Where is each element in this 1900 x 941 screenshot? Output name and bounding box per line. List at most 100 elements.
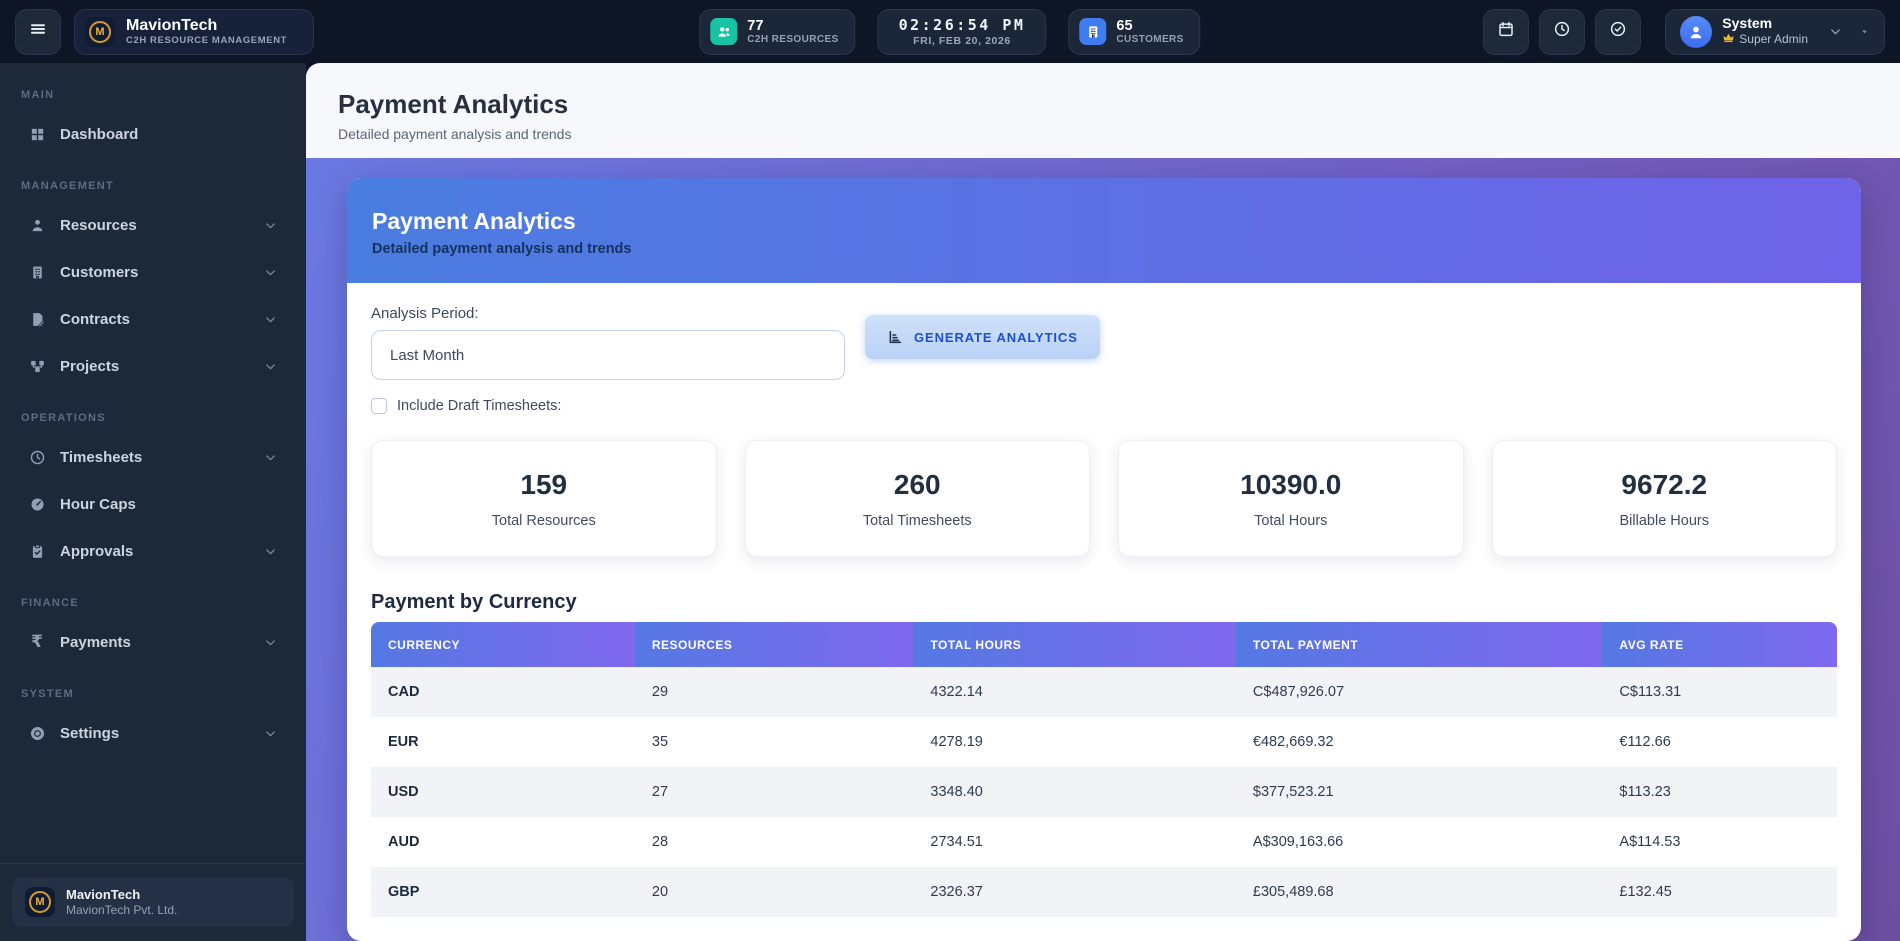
company-card[interactable]: M MavionTech MavionTech Pvt. Ltd. — [12, 877, 294, 927]
rupee-icon: ₹ — [27, 634, 47, 651]
clock-chip: 02:26:54 PM FRI, FEB 20, 2026 — [878, 9, 1047, 55]
sidebar-item-customers[interactable]: Customers — [0, 249, 306, 296]
table-cell: 35 — [635, 717, 914, 767]
table-row-gbp: GBP202326.37£305,489.68£132.45 — [371, 867, 1837, 917]
topbar-stats: 77 C2H RESOURCES 02:26:54 PM FRI, FEB 20… — [699, 9, 1200, 55]
calendar-icon — [1497, 20, 1515, 43]
sidebar-item-hour-caps[interactable]: Hour Caps — [0, 481, 306, 528]
currency-code-cell: USD — [371, 767, 635, 817]
table-cell: £305,489.68 — [1236, 867, 1603, 917]
analytics-card-body: Analysis Period: Last Month GENERATE ANA… — [347, 283, 1861, 941]
clock-icon — [1553, 20, 1571, 43]
sidebar-item-approvals[interactable]: Approvals — [0, 528, 306, 575]
projects-icon — [27, 358, 47, 375]
sidebar-item-label: Projects — [60, 358, 263, 375]
nav-section: SYSTEMSettings — [0, 680, 306, 757]
sidebar-item-timesheets[interactable]: Timesheets — [0, 434, 306, 481]
people-icon — [710, 18, 737, 45]
table-cell: 4278.19 — [913, 717, 1236, 767]
hamburger-menu-button[interactable] — [15, 9, 61, 55]
calendar-button[interactable] — [1483, 9, 1529, 55]
user-avatar-icon — [1680, 16, 1712, 48]
sidebar-nav: MAINDashboardMANAGEMENTResourcesCustomer… — [0, 81, 306, 863]
chart-icon — [887, 329, 903, 345]
gauge-icon — [27, 496, 47, 513]
sidebar-item-resources[interactable]: Resources — [0, 202, 306, 249]
brand-logo-chip[interactable]: M MavionTech C2H RESOURCE MANAGEMENT — [74, 9, 314, 55]
user-menu[interactable]: System Super Admin — [1665, 9, 1885, 55]
check-button[interactable] — [1595, 9, 1641, 55]
building-icon — [1079, 18, 1106, 45]
stat-label: Billable Hours — [1620, 513, 1709, 529]
stat-label: Total Timesheets — [863, 513, 972, 529]
chevron-down-icon — [263, 218, 278, 233]
include-draft-label: Include Draft Timesheets: — [397, 398, 561, 414]
sidebar-item-label: Hour Caps — [60, 496, 278, 513]
sidebar: MAINDashboardMANAGEMENTResourcesCustomer… — [0, 63, 306, 941]
sidebar-item-contracts[interactable]: Contracts — [0, 296, 306, 343]
summary-stat-card: 9672.2Billable Hours — [1492, 440, 1838, 557]
building-icon — [27, 264, 47, 281]
table-cell: €482,669.32 — [1236, 717, 1603, 767]
table-cell: 3348.40 — [913, 767, 1236, 817]
company-fullname: MavionTech Pvt. Ltd. — [66, 903, 177, 917]
table-row-cad: CAD294322.14C$487,926.07C$113.31 — [371, 667, 1837, 717]
current-date: FRI, FEB 20, 2026 — [899, 35, 1026, 47]
table-cell: $113.23 — [1602, 767, 1837, 817]
company-name: MavionTech — [66, 887, 177, 903]
payment-by-currency-table: CURRENCYRESOURCESTOTAL HOURSTOTAL PAYMEN… — [371, 622, 1837, 917]
table-row-eur: EUR354278.19€482,669.32€112.66 — [371, 717, 1837, 767]
chevron-down-icon — [263, 450, 278, 465]
current-time: 02:26:54 PM — [899, 16, 1026, 34]
sidebar-item-payments[interactable]: ₹Payments — [0, 619, 306, 666]
sidebar-item-label: Approvals — [60, 543, 263, 560]
company-logo: M — [25, 887, 55, 917]
summary-stat-card: 159Total Resources — [371, 440, 717, 557]
summary-stat-card: 260Total Timesheets — [745, 440, 1091, 557]
table-title: Payment by Currency — [371, 591, 1837, 614]
table-cell: 29 — [635, 667, 914, 717]
stat-label: Total Hours — [1254, 513, 1327, 529]
brand-name: MavionTech — [126, 17, 287, 35]
include-draft-checkbox[interactable] — [371, 398, 387, 414]
table-cell: C$487,926.07 — [1236, 667, 1603, 717]
nav-section: MANAGEMENTResourcesCustomersContracts Pro… — [0, 172, 306, 390]
logo-letter: M — [89, 21, 111, 43]
customers-label: CUSTOMERS — [1116, 34, 1183, 45]
table-row-aud: AUD282734.51A$309,163.66A$114.53 — [371, 817, 1837, 867]
card-subtitle: Detailed payment analysis and trends — [372, 241, 1836, 257]
clipboard-check-icon — [27, 543, 47, 560]
app-window: M MavionTech C2H RESOURCE MANAGEMENT 77 … — [0, 0, 1900, 941]
sidebar-item-settings[interactable]: Settings — [0, 710, 306, 757]
clock-icon — [27, 449, 47, 466]
table-cell: 28 — [635, 817, 914, 867]
stat-value: 159 — [520, 469, 567, 501]
nav-section-label: SYSTEM — [0, 680, 306, 710]
table-cell: 27 — [635, 767, 914, 817]
dashboard-icon — [27, 126, 47, 143]
resources-count: 77 — [747, 18, 838, 34]
check-circle-icon — [1609, 20, 1627, 43]
nav-section-label: FINANCE — [0, 589, 306, 619]
user-name: System — [1722, 16, 1808, 31]
table-cell: A$114.53 — [1602, 817, 1837, 867]
table-cell: £132.45 — [1602, 867, 1837, 917]
analysis-period-select[interactable]: Last Month — [371, 330, 845, 380]
generate-analytics-button[interactable]: GENERATE ANALYTICS — [865, 315, 1100, 359]
page-subtitle: Detailed payment analysis and trends — [338, 126, 1868, 142]
table-cell: A$309,163.66 — [1236, 817, 1603, 867]
person-icon — [27, 217, 47, 234]
main-content: Payment Analytics Detailed payment analy… — [306, 63, 1900, 941]
clock-button[interactable] — [1539, 9, 1585, 55]
nav-section-label: MANAGEMENT — [0, 172, 306, 202]
controls-row: Analysis Period: Last Month GENERATE ANA… — [371, 305, 1837, 380]
top-bar: M MavionTech C2H RESOURCE MANAGEMENT 77 … — [0, 0, 1900, 63]
table-cell: C$113.31 — [1602, 667, 1837, 717]
sidebar-item-projects[interactable]: Projects — [0, 343, 306, 390]
analysis-period-label: Analysis Period: — [371, 305, 845, 322]
column-header-resources: RESOURCES — [635, 622, 914, 667]
currency-code-cell: AUD — [371, 817, 635, 867]
sidebar-item-dashboard[interactable]: Dashboard — [0, 111, 306, 158]
table-row-usd: USD273348.40$377,523.21$113.23 — [371, 767, 1837, 817]
contract-icon — [27, 311, 47, 328]
